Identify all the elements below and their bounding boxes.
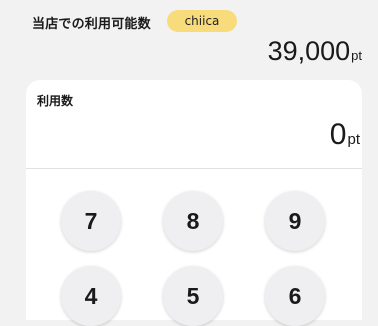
- key-4[interactable]: 4: [61, 266, 121, 326]
- balance-value: 39,000: [267, 36, 351, 66]
- key-9[interactable]: 9: [265, 191, 325, 251]
- chiica-badge: chiica: [167, 10, 237, 32]
- balance-unit: pt: [351, 48, 362, 63]
- available-points-label: 当店での利用可能数: [32, 17, 151, 32]
- usage-card: 利用数 0 pt 7 8 9 4 5 6: [26, 80, 362, 326]
- usage-value: 0: [329, 118, 347, 151]
- divider: [26, 168, 362, 169]
- key-5[interactable]: 5: [163, 266, 223, 326]
- key-6[interactable]: 6: [265, 266, 325, 326]
- usage-amount-display: 0 pt: [330, 118, 360, 152]
- key-7[interactable]: 7: [61, 191, 121, 251]
- usage-label: 利用数: [37, 94, 74, 108]
- usage-unit: pt: [347, 131, 360, 148]
- available-balance: 39,000 pt: [268, 36, 362, 67]
- key-8[interactable]: 8: [163, 191, 223, 251]
